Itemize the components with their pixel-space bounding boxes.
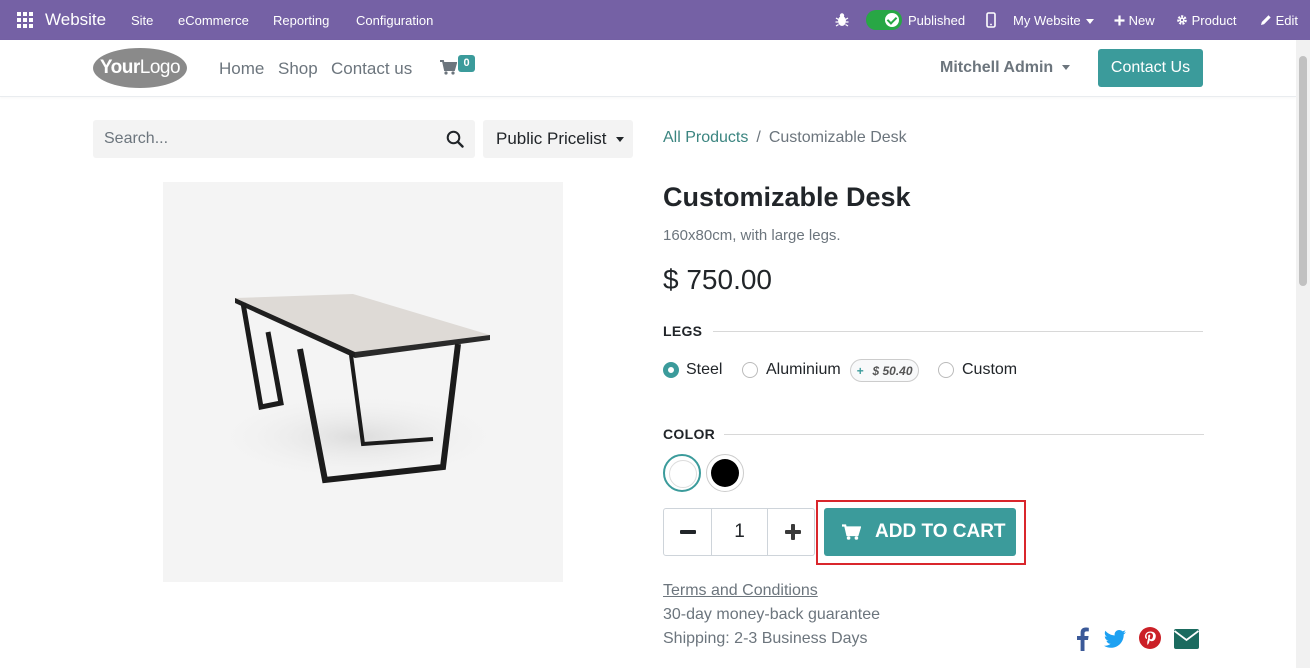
color-swatch-black[interactable]: [706, 454, 744, 492]
breadcrumb-all-products[interactable]: All Products: [663, 129, 748, 146]
my-website-dropdown[interactable]: My Website: [1013, 13, 1094, 28]
cart-icon: [842, 524, 861, 540]
mobile-icon[interactable]: [986, 12, 996, 31]
quantity-stepper: [663, 508, 815, 556]
site-logo[interactable]: Your Logo: [93, 48, 187, 88]
cart-icon[interactable]: [440, 60, 458, 80]
site-header: Your Logo Home Shop Contact us 0 Mitchell…: [0, 40, 1296, 97]
legs-attribute-label: LEGS: [663, 323, 703, 339]
app-title[interactable]: Website: [45, 10, 106, 30]
twitter-icon[interactable]: [1104, 630, 1126, 653]
product-search: [93, 120, 475, 158]
breadcrumb-separator: /: [756, 129, 761, 146]
scrollbar-thumb[interactable]: [1299, 56, 1307, 286]
search-icon[interactable]: [446, 130, 464, 153]
admin-bar: Website Site eCommerce Reporting Configu…: [0, 0, 1310, 40]
product-button[interactable]: Product: [1176, 13, 1236, 28]
legs-custom-label[interactable]: Custom: [962, 361, 1017, 379]
quantity-plus-button[interactable]: [767, 509, 815, 555]
legs-aluminium-radio[interactable]: [742, 362, 758, 378]
page-scrollbar[interactable]: [1296, 40, 1310, 668]
nav-contact-us[interactable]: Contact us: [331, 59, 412, 79]
terms-link[interactable]: Terms and Conditions: [663, 582, 818, 600]
menu-site[interactable]: Site: [131, 13, 153, 28]
gear-icon: [1177, 15, 1187, 25]
new-button[interactable]: New: [1114, 13, 1155, 28]
facebook-icon[interactable]: [1076, 627, 1089, 656]
shipping-text: Shipping: 2-3 Business Days: [663, 630, 868, 647]
bug-icon[interactable]: [835, 12, 849, 31]
pricelist-dropdown[interactable]: Public Pricelist: [483, 120, 633, 158]
product-name: Customizable Desk: [663, 182, 911, 212]
add-to-cart-label: ADD TO CART: [875, 521, 1006, 542]
menu-ecommerce[interactable]: eCommerce: [178, 13, 249, 28]
product-price: $ 750.00: [663, 264, 772, 295]
legs-steel-label[interactable]: Steel: [686, 361, 722, 379]
product-description: 160x80cm, with large legs.: [663, 227, 841, 244]
search-input[interactable]: [93, 120, 433, 158]
menu-reporting[interactable]: Reporting: [273, 13, 329, 28]
quantity-input[interactable]: [712, 509, 767, 555]
published-label[interactable]: Published: [908, 13, 965, 28]
color-attribute-label: COLOR: [663, 426, 716, 442]
pinterest-icon[interactable]: [1139, 627, 1161, 654]
cart-count-badge: 0: [458, 55, 475, 72]
quantity-minus-button[interactable]: [664, 509, 712, 555]
breadcrumb: All Products / Customizable Desk: [663, 129, 907, 147]
breadcrumb-current: Customizable Desk: [768, 129, 907, 146]
user-menu[interactable]: Mitchell Admin: [940, 59, 1071, 77]
legs-divider: [713, 331, 1203, 332]
legs-steel-radio[interactable]: [663, 362, 679, 378]
plus-icon: [1114, 15, 1125, 26]
publish-toggle[interactable]: [866, 10, 902, 30]
legs-custom-radio[interactable]: [938, 362, 954, 378]
envelope-icon[interactable]: [1173, 629, 1200, 654]
contact-us-button[interactable]: Contact Us: [1098, 49, 1203, 87]
product-image[interactable]: [163, 182, 563, 582]
price-extra-badge: + $ 50.40: [850, 359, 919, 382]
add-to-cart-button[interactable]: ADD TO CART: [824, 508, 1016, 556]
guarantee-text: 30-day money-back guarantee: [663, 606, 881, 623]
legs-aluminium-label[interactable]: Aluminium: [766, 361, 841, 379]
nav-home[interactable]: Home: [219, 59, 264, 79]
menu-configuration[interactable]: Configuration: [356, 13, 433, 28]
pencil-icon: [1261, 15, 1271, 25]
nav-shop[interactable]: Shop: [278, 59, 318, 79]
color-swatch-white[interactable]: [663, 454, 701, 492]
edit-button[interactable]: Edit: [1260, 13, 1298, 28]
apps-grid-icon[interactable]: [17, 12, 33, 28]
color-divider: [724, 434, 1204, 435]
